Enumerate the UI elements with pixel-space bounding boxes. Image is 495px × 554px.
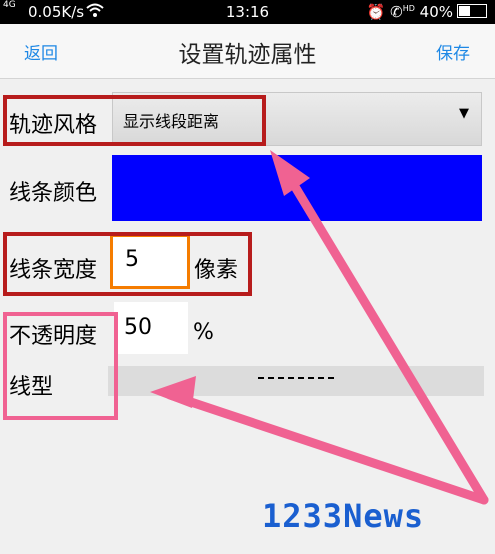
line-width-label: 线条宽度: [9, 258, 98, 283]
page-title: 设置轨迹属性: [178, 42, 317, 68]
line-type-selector[interactable]: [108, 366, 484, 396]
watermark-text: 1233News: [262, 497, 425, 535]
line-width-value: 5: [125, 247, 139, 272]
opacity-unit: %: [193, 320, 214, 345]
opacity-value: 50: [124, 315, 152, 340]
line-width-unit: 像素: [194, 258, 239, 283]
battery-level: 40%: [419, 3, 453, 21]
save-button[interactable]: 保存: [436, 39, 470, 64]
line-type-label: 线型: [9, 375, 54, 400]
track-style-label: 轨迹风格: [9, 113, 98, 138]
track-style-value: 显示线段距离: [123, 112, 220, 131]
status-bar: 4G 0.05K/s 13:16 ⏰ ✆HD 40%: [0, 0, 495, 24]
battery-icon: [457, 4, 487, 18]
line-color-label: 线条颜色: [9, 181, 98, 206]
opacity-input[interactable]: 50: [114, 302, 188, 354]
status-right: ⏰ ✆HD 40%: [367, 3, 487, 21]
track-style-dropdown[interactable]: 显示线段距离 ▼: [112, 92, 482, 146]
opacity-label: 不透明度: [9, 324, 98, 349]
line-width-input[interactable]: 5: [110, 234, 190, 289]
dashed-line-preview: [258, 377, 334, 379]
alarm-icon: ⏰: [366, 3, 386, 21]
pink-arrow-upper: [283, 170, 489, 505]
pink-arrow-lower: [165, 390, 489, 505]
navigation-bar: 返回 设置轨迹属性 保存: [0, 24, 495, 79]
line-color-swatch[interactable]: [112, 155, 482, 221]
dropdown-arrow-icon: ▼: [459, 106, 469, 121]
phone-hd-icon: ✆HD: [390, 3, 415, 21]
